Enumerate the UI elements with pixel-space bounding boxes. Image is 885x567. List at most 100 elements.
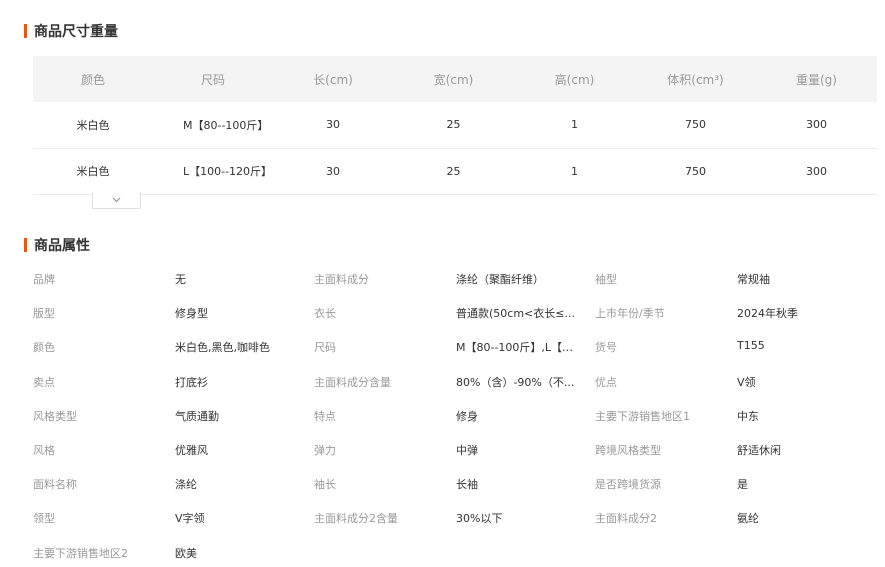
attr-row: 风格 优雅风 弹力 中弹 跨境风格类型 舒适休闲: [33, 433, 877, 467]
attr-value: 修身型: [175, 307, 208, 321]
attr-item: 尺码 M【80--100斤】,L【1...: [314, 339, 595, 355]
attr-label: 主面料成分2: [595, 512, 657, 526]
attr-label: 货号: [595, 341, 617, 355]
attr-row: 版型 修身型 衣长 普通款(50cm<衣长≤... 上市年份/季节 2024年秋季: [33, 296, 877, 330]
attr-value: 氨纶: [737, 512, 759, 526]
attr-label: 特点: [314, 409, 336, 423]
attr-item: 上市年份/季节 2024年秋季: [595, 305, 876, 321]
title-accent-bar: [24, 238, 27, 252]
expand-table-button[interactable]: [92, 192, 141, 209]
attr-value: V字领: [175, 512, 205, 526]
attr-label: 上市年份/季节: [595, 307, 665, 321]
attr-item: 袖型 常规袖: [595, 271, 876, 287]
attr-item: 弹力 中弹: [314, 442, 595, 458]
attr-label: 主面料成分: [314, 273, 369, 287]
attr-item: 主面料成分2含量 30%以下: [314, 510, 595, 526]
attr-item: 风格 优雅风: [33, 442, 314, 458]
cell-height: 1: [514, 102, 635, 149]
attr-label: 袖型: [595, 273, 617, 287]
attr-value: 舒适休闲: [737, 444, 781, 458]
header-size: 尺码: [153, 56, 273, 102]
attr-item: 货号 T155: [595, 339, 876, 355]
attr-item: 领型 V字领: [33, 510, 314, 526]
attr-value: 气质通勤: [175, 409, 219, 423]
table-header-row: 颜色 尺码 长(cm) 宽(cm) 高(cm) 体积(cm³) 重量(g): [33, 56, 877, 102]
attr-item: 风格类型 气质通勤: [33, 408, 314, 424]
attr-label: 品牌: [33, 273, 55, 287]
attr-value: 80%（含）-90%（不...: [456, 375, 575, 389]
attr-value: 涤纶（聚酯纤维）: [456, 273, 544, 287]
attr-value: 欧美: [175, 546, 197, 560]
attr-value: M【80--100斤】,L【1...: [456, 341, 578, 355]
attr-item: 袖长 长袖: [314, 476, 595, 492]
attr-item: 主要下游销售地区2 欧美: [33, 545, 314, 561]
size-section-title: 商品尺寸重量: [24, 22, 118, 40]
attr-row: 颜色 米白色,黑色,咖啡色 尺码 M【80--100斤】,L【1... 货号 T155: [33, 330, 877, 364]
attr-item: 跨境风格类型 舒适休闲: [595, 442, 876, 458]
attr-value: 中弹: [456, 444, 478, 458]
table-row: 米白色 M【80--100斤】 30 25 1 750 300: [33, 102, 877, 149]
attr-label: 衣长: [314, 307, 336, 321]
attr-value: 修身: [456, 409, 478, 423]
attr-value: 常规袖: [737, 273, 770, 287]
attr-label: 风格: [33, 444, 55, 458]
attr-item: 面料名称 涤纶: [33, 476, 314, 492]
attr-label: 面料名称: [33, 478, 77, 492]
attr-item: 版型 修身型: [33, 305, 314, 321]
cell-length: 30: [273, 148, 393, 195]
attr-label: 主要下游销售地区2: [33, 546, 128, 560]
cell-weight: 300: [756, 102, 877, 149]
attr-item: 主面料成分2 氨纶: [595, 510, 876, 526]
cell-weight: 300: [756, 148, 877, 195]
attr-value: 30%以下: [456, 512, 503, 526]
attr-item: 主要下游销售地区1 中东: [595, 408, 876, 424]
attr-item: 主面料成分 涤纶（聚酯纤维）: [314, 271, 595, 287]
cell-height: 1: [514, 148, 635, 195]
attr-value: V领: [737, 375, 756, 389]
attr-value: 打底衫: [175, 375, 208, 389]
attr-label: 领型: [33, 512, 55, 526]
attr-label: 风格类型: [33, 409, 77, 423]
header-width: 宽(cm): [393, 56, 514, 102]
attr-value: 无: [175, 273, 186, 287]
header-length: 长(cm): [273, 56, 393, 102]
attr-item: 卖点 打底衫: [33, 374, 314, 390]
attr-label: 主面料成分2含量: [314, 512, 398, 526]
attr-value: 2024年秋季: [737, 307, 798, 321]
attr-section-title: 商品属性: [24, 236, 90, 254]
attr-label: 卖点: [33, 375, 55, 389]
attr-label: 颜色: [33, 341, 55, 355]
attr-item: 品牌 无: [33, 271, 314, 287]
attr-label: 主要下游销售地区1: [595, 409, 690, 423]
attr-row: 品牌 无 主面料成分 涤纶（聚酯纤维） 袖型 常规袖: [33, 262, 877, 296]
attr-item: 主面料成分含量 80%（含）-90%（不...: [314, 374, 595, 390]
size-weight-table: 颜色 尺码 长(cm) 宽(cm) 高(cm) 体积(cm³) 重量(g) 米白…: [33, 56, 877, 195]
attr-label: 尺码: [314, 341, 336, 355]
title-accent-bar: [24, 24, 27, 38]
attr-section-title-text: 商品属性: [34, 238, 90, 254]
cell-color: 米白色: [33, 148, 153, 195]
cell-volume: 750: [635, 148, 756, 195]
attr-value: 普通款(50cm<衣长≤...: [456, 307, 575, 321]
cell-volume: 750: [635, 102, 756, 149]
attr-label: 是否跨境货源: [595, 478, 661, 492]
attribute-grid: 品牌 无 主面料成分 涤纶（聚酯纤维） 袖型 常规袖 版型 修身型 衣长 普通款(50cm…: [33, 262, 877, 567]
cell-length: 30: [273, 102, 393, 149]
cell-width: 25: [393, 148, 514, 195]
attr-item: 特点 修身: [314, 408, 595, 424]
table-row: 米白色 L【100--120斤】 30 25 1 750 300: [33, 148, 877, 195]
size-section-title-text: 商品尺寸重量: [34, 24, 118, 40]
header-height: 高(cm): [514, 56, 635, 102]
attr-item: 衣长 普通款(50cm<衣长≤...: [314, 305, 595, 321]
attr-item: 颜色 米白色,黑色,咖啡色: [33, 339, 314, 355]
attr-row: 卖点 打底衫 主面料成分含量 80%（含）-90%（不... 优点 V领: [33, 365, 877, 399]
attr-value: 涤纶: [175, 478, 197, 492]
cell-size: M【80--100斤】: [153, 102, 273, 149]
chevron-down-icon: [112, 197, 121, 203]
attr-row: 领型 V字领 主面料成分2含量 30%以下 主面料成分2 氨纶: [33, 501, 877, 535]
attr-item: 优点 V领: [595, 374, 876, 390]
attr-label: 主面料成分含量: [314, 375, 391, 389]
cell-color: 米白色: [33, 102, 153, 149]
attr-row: 主要下游销售地区2 欧美: [33, 536, 877, 567]
cell-width: 25: [393, 102, 514, 149]
